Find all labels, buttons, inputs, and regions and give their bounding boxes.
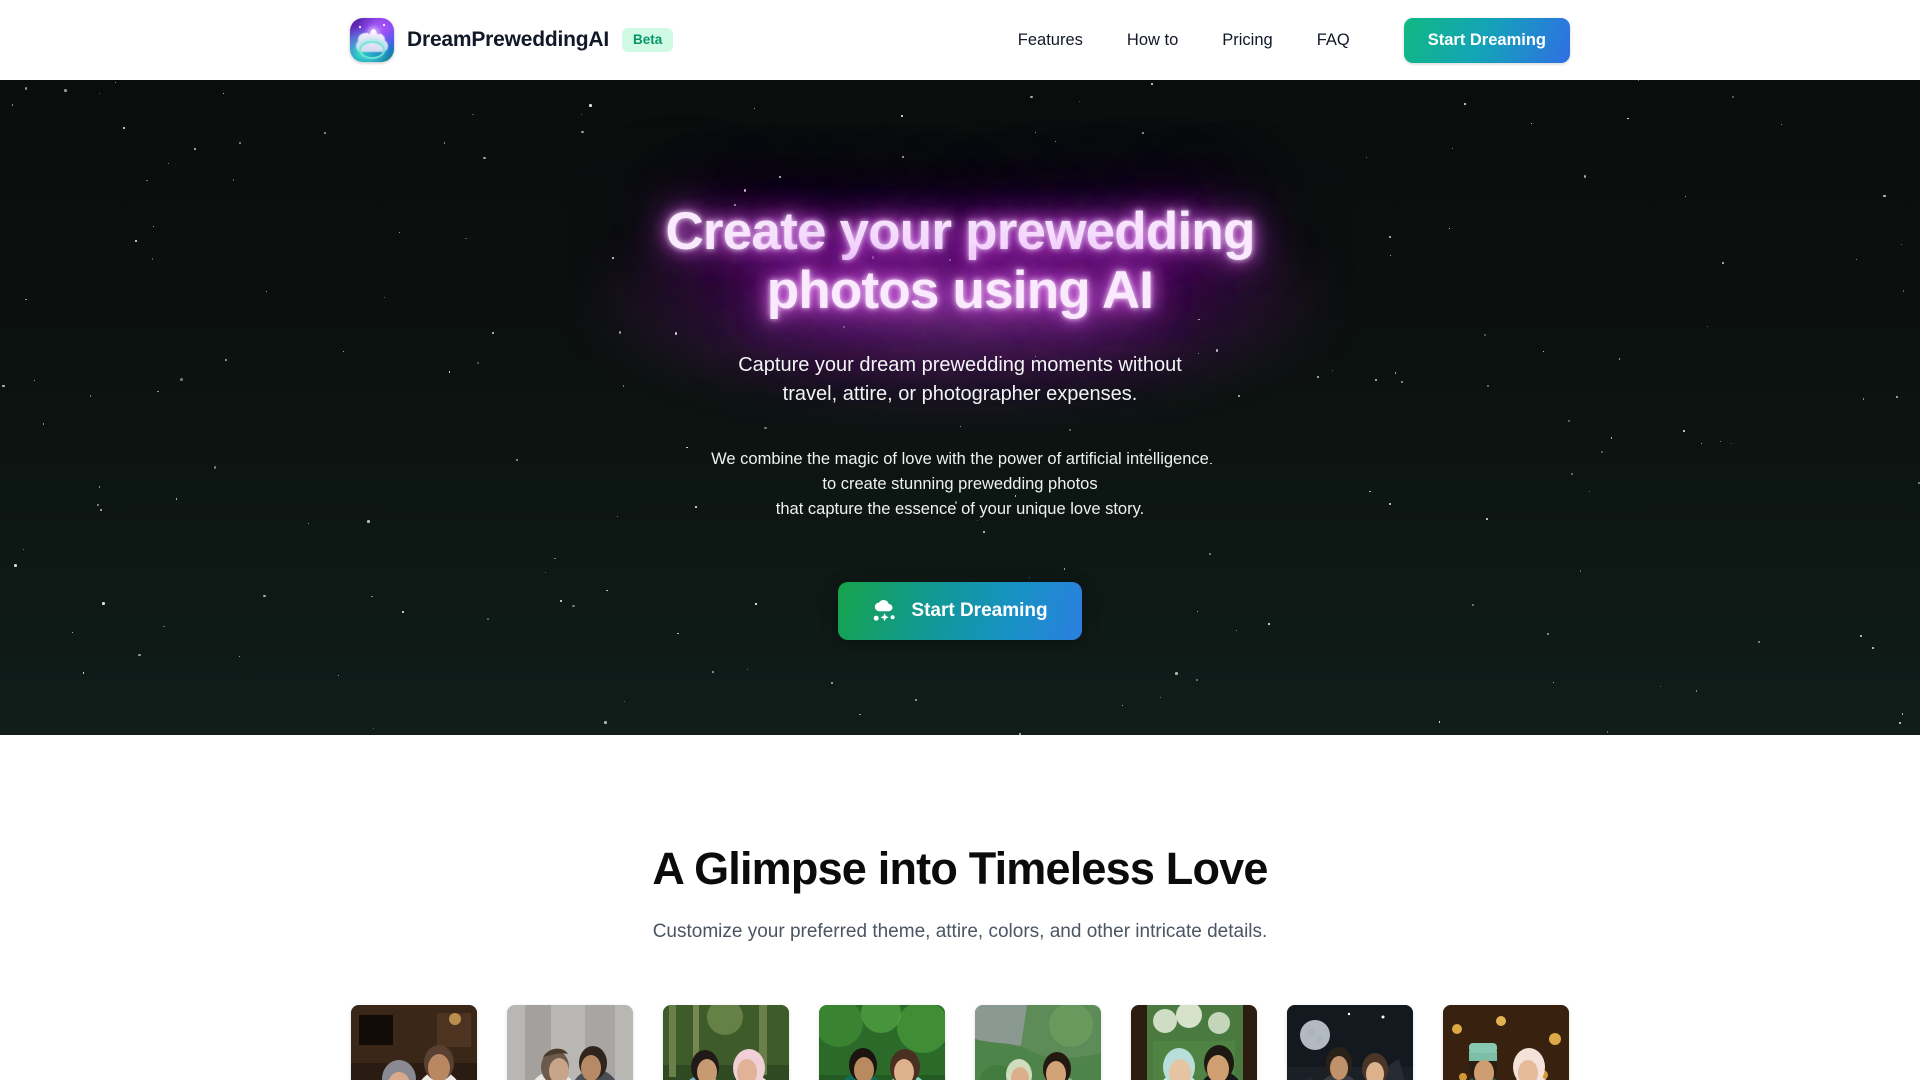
nav-links: Features How to Pricing FAQ Start Dreami… <box>996 17 1570 63</box>
gallery-thumbnail[interactable] <box>663 1005 789 1080</box>
gallery-thumbnail[interactable] <box>507 1005 633 1080</box>
hero-subtitle-line-2: travel, attire, or photographer expenses… <box>782 382 1138 405</box>
gallery-thumbnail[interactable] <box>1443 1005 1569 1080</box>
hero-description-line-1: We combine the magic of love with the po… <box>711 449 1209 468</box>
gallery-thumbnail[interactable] <box>975 1005 1101 1080</box>
dream-cloud-moon-logo-icon <box>350 18 394 62</box>
gallery-thumbnail[interactable] <box>351 1005 477 1080</box>
hero-title: Create your prewedding photos using AI <box>580 202 1340 321</box>
gallery-thumbnail[interactable] <box>1287 1005 1413 1080</box>
hero-subtitle: Capture your dream prewedding moments wi… <box>738 351 1182 409</box>
hero-title-line-1: Create your prewedding <box>665 202 1255 261</box>
hero-title-line-2: photos using AI <box>766 261 1154 321</box>
beta-badge: Beta <box>622 27 674 53</box>
nav-link-faq[interactable]: FAQ <box>1295 22 1372 59</box>
hero-description-line-2: to create stunning prewedding photos <box>822 474 1098 493</box>
cloud-sparkle-icon <box>874 599 895 622</box>
top-navigation-bar: DreamPreweddingAI Beta Features How to P… <box>0 0 1920 80</box>
brand-logo[interactable]: DreamPreweddingAI Beta <box>350 18 674 62</box>
gallery-thumbnail[interactable] <box>819 1005 945 1080</box>
nav-link-how-to[interactable]: How to <box>1105 22 1200 59</box>
hero-cta-label: Start Dreaming <box>911 599 1048 621</box>
brand-name: DreamPreweddingAI <box>407 28 609 51</box>
nav-inner: DreamPreweddingAI Beta Features How to P… <box>350 0 1570 80</box>
hero-start-dreaming-button[interactable]: Start Dreaming <box>838 581 1082 640</box>
hero-subtitle-line-1: Capture your dream prewedding moments wi… <box>738 353 1182 376</box>
hero-content: Create your prewedding photos using AI C… <box>0 80 1920 735</box>
hero-description-line-3: that capture the essence of your unique … <box>775 499 1145 518</box>
gallery-thumbnail[interactable] <box>1131 1005 1257 1080</box>
hero-description: We combine the magic of love with the po… <box>711 447 1209 522</box>
nav-start-dreaming-button[interactable]: Start Dreaming <box>1403 17 1570 63</box>
glimpse-section: A Glimpse into Timeless Love Customize y… <box>0 735 1920 1080</box>
hero-section: Create your prewedding photos using AI C… <box>0 80 1920 735</box>
gallery-strip <box>0 1005 1920 1080</box>
nav-link-features[interactable]: Features <box>996 22 1105 59</box>
nav-link-pricing[interactable]: Pricing <box>1200 22 1294 59</box>
glimpse-subtitle: Customize your preferred theme, attire, … <box>652 921 1268 942</box>
glimpse-title: A Glimpse into Timeless Love <box>652 843 1268 894</box>
